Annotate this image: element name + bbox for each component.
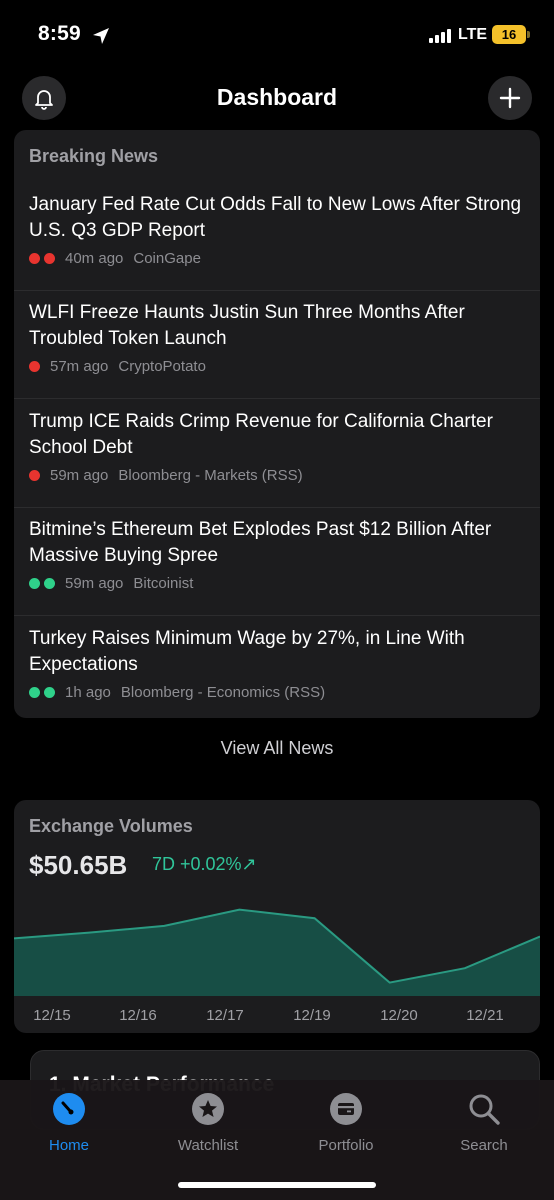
page-title: Dashboard [216,84,338,110]
sentiment-dot [44,686,55,698]
news-meta: 40m ago CoinGape [29,248,201,268]
news-time: 59m ago [65,574,124,592]
exchange-volumes-card[interactable]: Exchange Volumes $50.65B 7D +0.02%↗ 12/1… [14,800,540,1033]
network-type: LTE [458,26,488,43]
news-source: Bitcoinist [133,574,194,592]
tab-home[interactable]: Home [14,1092,124,1154]
breaking-news-card: Breaking News January Fed Rate Cut Odds … [14,130,540,718]
wallet-icon [330,1093,362,1125]
sentiment-dot [29,686,40,698]
news-headline: WLFI Freeze Haunts Justin Sun Three Mont… [29,302,465,349]
tab-home-label: Home [48,1137,89,1154]
news-meta: 59m ago Bitcoinist [29,573,193,593]
cellular-signal-icon [429,29,453,43]
x-tick-label: 12/15 [33,1007,71,1024]
news-source: CryptoPotato [118,357,206,375]
news-source: Bloomberg - Markets (RSS) [118,466,303,484]
battery-cap [527,31,530,38]
news-meta: 1h ago Bloomberg - Economics (RSS) [29,682,325,702]
news-headline: Turkey Raises Minimum Wage by 27%, in Li… [29,628,465,675]
news-time: 40m ago [65,249,124,267]
exchange-volume-chart: 12/15 12/16 12/17 12/19 12/20 12/21 [14,908,540,1024]
app-header: Dashboard [0,76,554,122]
status-time: 8:59 [38,22,81,45]
sentiment-dot [29,252,40,264]
news-source: Bloomberg - Economics (RSS) [120,683,326,701]
news-item[interactable]: Bitmine’s Ethereum Bet Explodes Past $12… [14,507,540,616]
news-headline: Trump ICE Raids Crimp Revenue for Califo… [29,411,493,458]
x-tick-label: 12/19 [293,1007,331,1024]
sentiment-dot [29,577,40,589]
exchange-volume-change: 7D +0.02%↗ [152,854,257,874]
status-bar: 8:59 LTE 16 [0,0,554,70]
search-icon [469,1094,500,1125]
news-time: 1h ago [65,683,111,701]
exchange-volume-value: $50.65B [29,850,128,880]
volume-area [14,909,540,996]
news-item[interactable]: Turkey Raises Minimum Wage by 27%, in Li… [14,616,540,718]
tab-watchlist-label: Watchlist [177,1137,239,1154]
view-all-news-button[interactable]: View All News [0,738,554,759]
breaking-news-title: Breaking News [29,146,159,166]
tab-search[interactable]: Search [429,1092,539,1154]
news-headline: Bitmine’s Ethereum Bet Explodes Past $12… [29,519,492,566]
news-item[interactable]: January Fed Rate Cut Odds Fall to New Lo… [14,182,540,291]
exchange-volumes-title: Exchange Volumes [29,816,193,836]
news-item[interactable]: Trump ICE Raids Crimp Revenue for Califo… [14,399,540,508]
tab-watchlist[interactable]: Watchlist [153,1092,263,1154]
news-item[interactable]: WLFI Freeze Haunts Justin Sun Three Mont… [14,290,540,399]
battery-icon: 16 [492,25,526,44]
tab-portfolio[interactable]: Portfolio [291,1092,401,1154]
sentiment-dot [29,360,40,372]
news-time: 57m ago [50,357,109,375]
add-button[interactable] [488,76,532,120]
tab-search-label: Search [460,1137,508,1154]
home-gauge-icon [53,1093,85,1125]
star-icon [192,1093,224,1125]
news-source: CoinGape [133,249,201,267]
news-meta: 59m ago Bloomberg - Markets (RSS) [29,465,303,485]
tab-portfolio-label: Portfolio [318,1137,374,1154]
news-meta: 57m ago CryptoPotato [29,356,206,376]
location-arrow-icon [93,28,109,44]
sentiment-dot [44,577,55,589]
x-tick-label: 12/17 [206,1007,244,1024]
news-time: 59m ago [50,466,109,484]
x-tick-label: 12/20 [380,1007,418,1024]
sentiment-dot [44,252,55,264]
battery-level: 16 [501,27,517,42]
x-tick-label: 12/16 [119,1007,157,1024]
home-indicator [178,1182,376,1188]
news-headline: January Fed Rate Cut Odds Fall to New Lo… [29,194,522,241]
sentiment-dot [29,469,40,481]
x-tick-label: 12/21 [466,1007,504,1024]
plus-icon [499,87,521,109]
